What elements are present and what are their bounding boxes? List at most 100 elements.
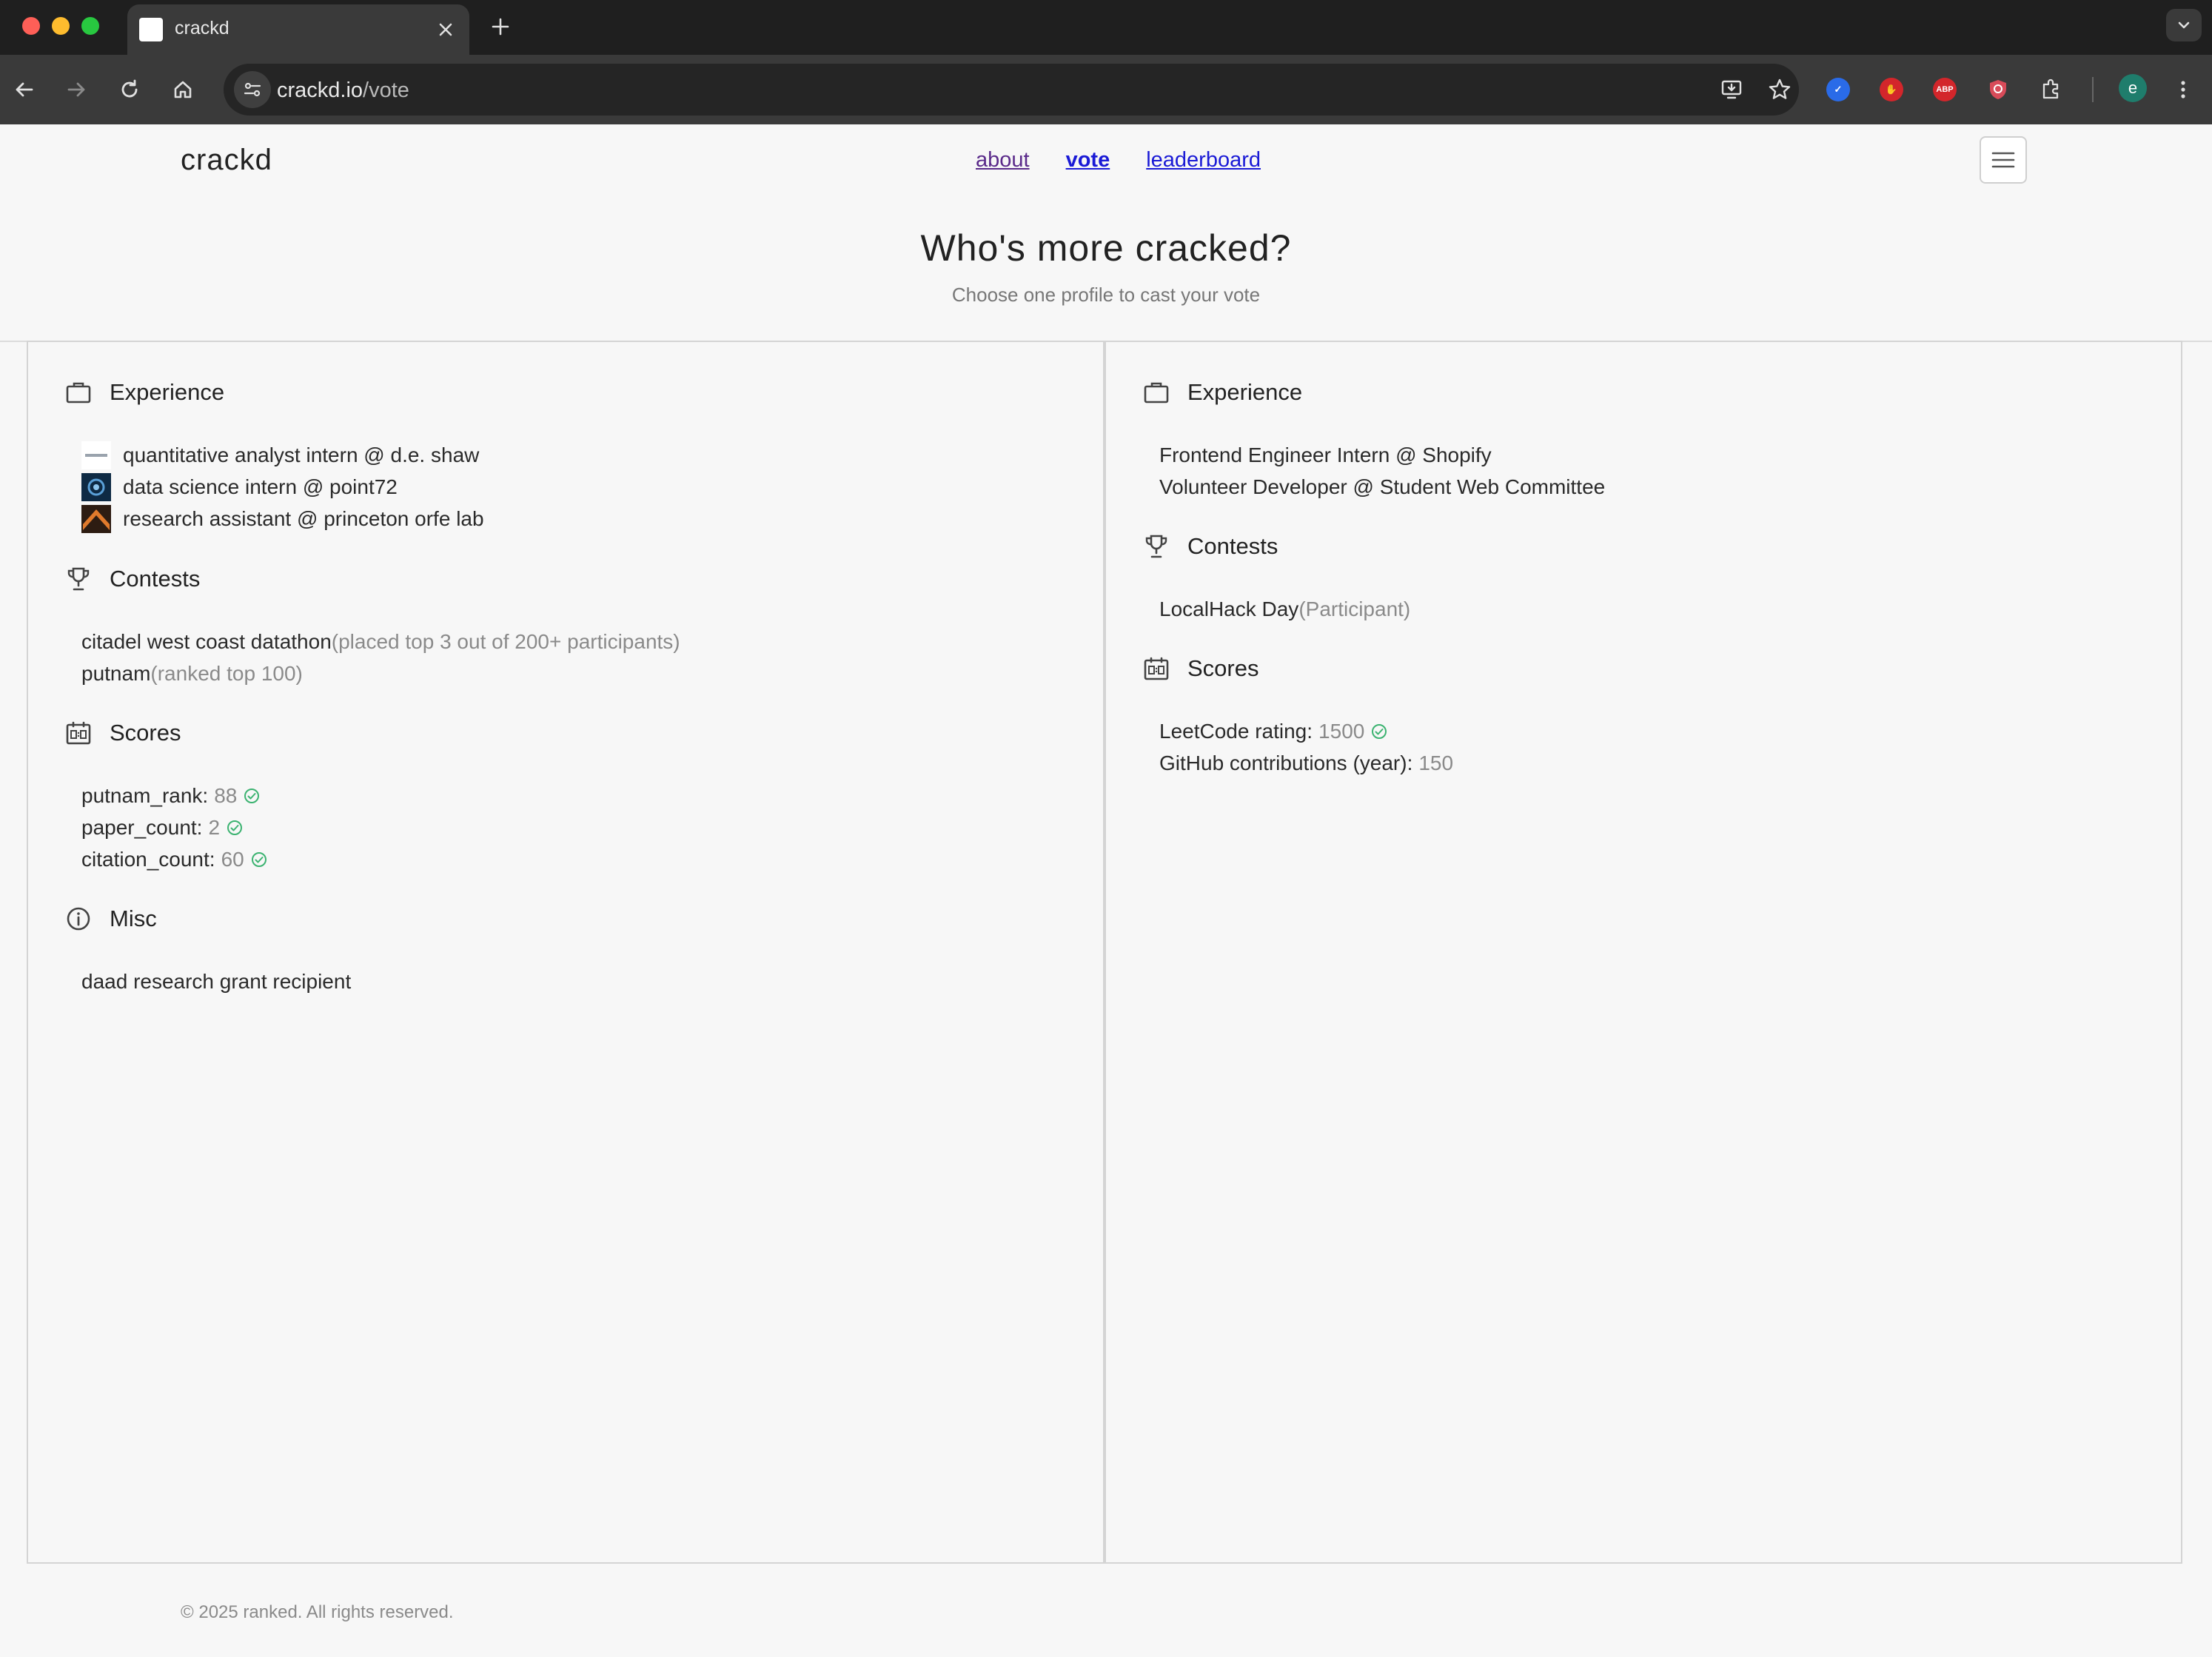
arrow-right-icon xyxy=(67,82,85,97)
address-bar[interactable]: crackd.io/vote xyxy=(224,64,1799,116)
verified-check-icon xyxy=(251,851,267,867)
experience-item: data science intern @ point72 xyxy=(81,471,484,503)
profile-card-left[interactable]: Experience quantitative analyst intern @… xyxy=(27,341,1105,1564)
section-title: Misc xyxy=(110,906,157,931)
arrow-left-icon xyxy=(16,82,33,97)
url-path: /vote xyxy=(363,78,409,102)
contest-note: (ranked top 100) xyxy=(150,662,303,685)
block-hand-icon[interactable]: ✋ xyxy=(1874,73,1908,107)
score-item: putnam_rank: 88 xyxy=(81,780,268,811)
forward-button[interactable] xyxy=(59,73,93,107)
de-shaw-logo-icon xyxy=(81,441,111,469)
score-key: LeetCode rating: xyxy=(1159,720,1313,743)
contests-section-header: Contests xyxy=(1143,533,1278,560)
home-button[interactable] xyxy=(166,73,200,107)
back-button[interactable] xyxy=(7,73,41,107)
profile-avatar[interactable]: e xyxy=(2119,74,2147,102)
briefcase-icon xyxy=(1143,379,1170,406)
contests-section-header: Contests xyxy=(65,566,200,592)
new-tab-button[interactable] xyxy=(486,12,515,41)
scores-section-header: Scores xyxy=(65,720,181,746)
minimize-window-button[interactable] xyxy=(52,17,70,35)
section-title: Scores xyxy=(1187,655,1259,681)
info-icon xyxy=(65,906,92,932)
score-item: citation_count: 60 xyxy=(81,843,268,875)
page-subtitle: Choose one profile to cast your vote xyxy=(951,284,1261,306)
scores-list: putnam_rank: 88 paper_count: 2 citation_co… xyxy=(81,780,268,875)
reload-button[interactable] xyxy=(113,73,147,107)
experience-label: Volunteer Developer @ Student Web Commit… xyxy=(1159,475,1606,498)
close-window-button[interactable] xyxy=(22,17,40,35)
section-title: Experience xyxy=(1187,379,1303,405)
verified-check-icon xyxy=(244,788,260,803)
hamburger-icon xyxy=(1991,152,2015,168)
experience-item: Frontend Engineer Intern @ Shopify xyxy=(1159,439,1605,471)
puzzle-icon[interactable] xyxy=(2034,73,2068,107)
briefcase-icon xyxy=(65,379,92,406)
nav-link-leaderboard[interactable]: leaderboard xyxy=(1146,148,1261,173)
site-info-icon[interactable] xyxy=(234,71,271,108)
score-value: 150 xyxy=(1418,751,1454,774)
adblock-plus-icon[interactable]: ABP xyxy=(1928,73,1962,107)
profile-card-right[interactable]: Experience Frontend Engineer Intern @ Sh… xyxy=(1105,341,2182,1564)
experience-item: quantitative analyst intern @ d.e. shaw xyxy=(81,439,484,471)
scores-list: LeetCode rating: 1500 GitHub contribution… xyxy=(1159,715,1453,779)
score-item: paper_count: 2 xyxy=(81,811,268,843)
section-title: Contests xyxy=(110,566,201,592)
experience-section-header: Experience xyxy=(65,379,224,406)
chevron-down-icon xyxy=(2178,21,2190,29)
score-value: 2 xyxy=(208,816,221,839)
top-navigation: about vote leaderboard xyxy=(976,148,1261,173)
scoreboard-icon xyxy=(1143,655,1170,682)
contest-note: (Participant) xyxy=(1298,597,1411,620)
score-key: GitHub contributions (year): xyxy=(1159,751,1413,774)
contest-item: LocalHack Day (Participant) xyxy=(1159,593,1410,625)
bookmark-star-icon[interactable] xyxy=(1763,73,1796,106)
contests-list: citadel west coast datathon (placed top 3… xyxy=(81,626,680,689)
experience-label: quantitative analyst intern @ d.e. shaw xyxy=(123,443,480,466)
scoreboard-icon xyxy=(65,720,92,746)
favicon-icon xyxy=(139,18,163,41)
brand-logo[interactable]: crackd xyxy=(181,144,272,177)
reload-icon xyxy=(121,79,138,98)
zoom-window-button[interactable] xyxy=(81,17,99,35)
browser-tab-strip: crackd xyxy=(0,0,2212,55)
experience-item: Volunteer Developer @ Student Web Commit… xyxy=(1159,471,1605,503)
contest-item: putnam (ranked top 100) xyxy=(81,657,680,689)
browser-tab[interactable]: crackd xyxy=(127,4,469,55)
score-item: LeetCode rating: 1500 xyxy=(1159,715,1453,747)
misc-label: daad research grant recipient xyxy=(81,970,352,993)
contest-name: citadel west coast datathon xyxy=(81,630,332,653)
tab-search-button[interactable] xyxy=(2166,9,2202,41)
page-title: Who's more cracked? xyxy=(920,227,1292,269)
section-title: Scores xyxy=(110,720,181,746)
twitter-verified-icon[interactable]: ✓ xyxy=(1821,73,1855,107)
contests-list: LocalHack Day (Participant) xyxy=(1159,593,1410,625)
tab-close-icon[interactable] xyxy=(431,15,460,44)
experience-label: research assistant @ princeton orfe lab xyxy=(123,507,484,530)
kebab-menu-icon[interactable] xyxy=(2166,73,2200,107)
verified-check-icon xyxy=(1372,723,1387,739)
misc-item: daad research grant recipient xyxy=(81,965,351,997)
score-key: putnam_rank: xyxy=(81,784,209,807)
install-app-icon[interactable] xyxy=(1716,73,1749,106)
nav-link-about[interactable]: about xyxy=(976,148,1030,173)
hamburger-menu-button[interactable] xyxy=(1980,136,2027,184)
contest-name: LocalHack Day xyxy=(1159,597,1299,620)
misc-section-header: Misc xyxy=(65,906,157,932)
score-key: citation_count: xyxy=(81,848,215,871)
contest-note: (placed top 3 out of 200+ participants) xyxy=(331,630,680,653)
misc-list: daad research grant recipient xyxy=(81,965,351,997)
score-key: paper_count: xyxy=(81,816,203,839)
contest-item: citadel west coast datathon (placed top 3… xyxy=(81,626,680,657)
score-value: 88 xyxy=(214,784,238,807)
toolbar-divider xyxy=(2092,77,2094,102)
experience-item: research assistant @ princeton orfe lab xyxy=(81,503,484,535)
window-controls xyxy=(22,17,99,35)
home-icon xyxy=(174,81,192,98)
shield-icon[interactable] xyxy=(1981,73,2015,107)
score-value: 60 xyxy=(221,848,244,871)
nav-link-vote[interactable]: vote xyxy=(1066,148,1110,173)
experience-list: Frontend Engineer Intern @ Shopify Volun… xyxy=(1159,439,1605,503)
experience-list: quantitative analyst intern @ d.e. shaw … xyxy=(81,439,484,535)
